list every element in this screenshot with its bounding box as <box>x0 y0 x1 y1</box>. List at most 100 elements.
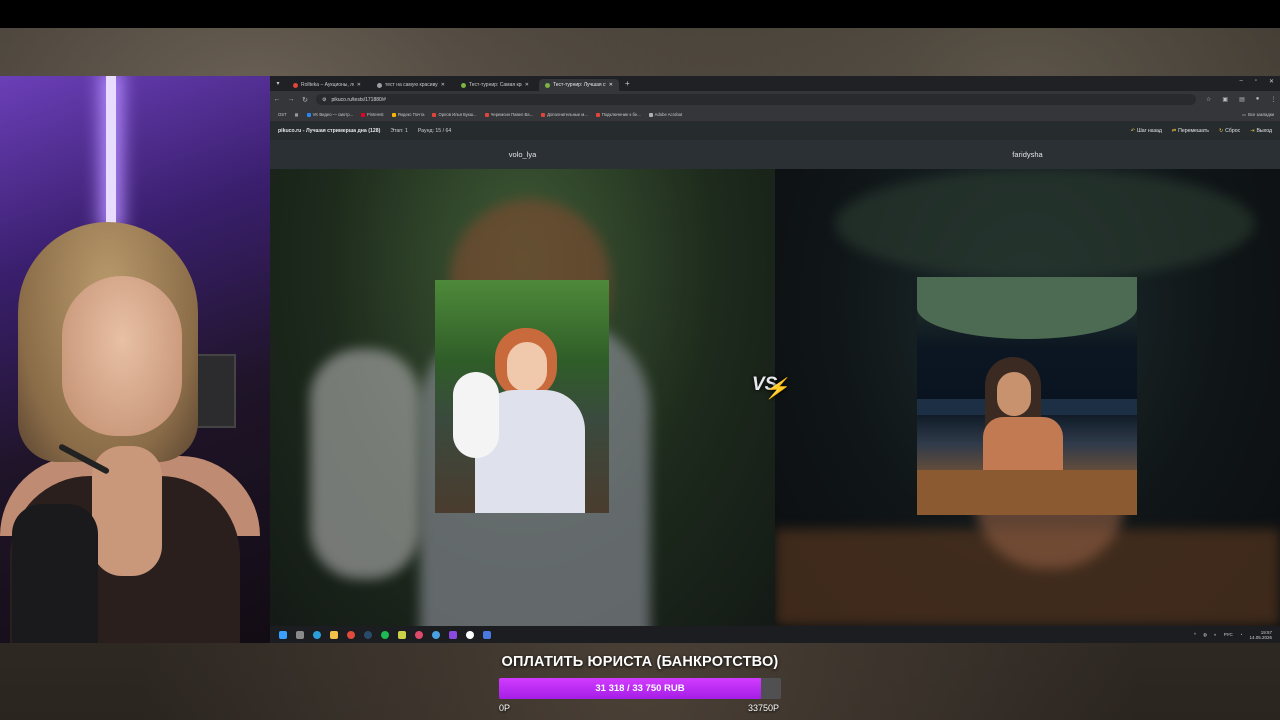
bookmark-favicon-icon <box>361 112 366 117</box>
site-info-icon[interactable]: ⚙ <box>322 97 326 103</box>
webcam-feed <box>0 76 270 643</box>
bookmark-item[interactable]: Adobe Acrobat <box>648 112 682 117</box>
contestant-names: volo_lya faridysha <box>270 140 1280 169</box>
tab-close-icon[interactable]: ✕ <box>441 82 445 88</box>
windows-start-icon[interactable] <box>279 630 287 639</box>
bookmark-item[interactable]: Черемсин Павел Ва... <box>484 112 533 117</box>
browser-tab[interactable]: Тест-турнир: Самая красивая ✕ <box>455 79 535 91</box>
bookmark-favicon-icon <box>595 112 600 117</box>
url-field[interactable]: ⚙ pikuco.ru/tests/171880/# <box>316 94 1196 105</box>
exit-button[interactable]: ⇥ Выход <box>1250 128 1272 134</box>
shuffle-button[interactable]: ⇄ Перемешать <box>1172 128 1209 134</box>
bookmark-favicon-icon <box>306 112 311 117</box>
tab-favicon-icon <box>545 82 550 88</box>
language-indicator[interactable]: РУС <box>1224 632 1233 637</box>
all-bookmarks-label: Все закладки <box>1248 112 1274 117</box>
network-icon[interactable]: ◍ <box>1203 632 1207 638</box>
menu-icon[interactable]: ⋮ <box>1270 96 1276 103</box>
bookmark-label: Дополнительные м... <box>547 112 588 117</box>
extensions-icon[interactable]: ▣ <box>1222 96 1228 103</box>
browser-tab[interactable]: тест на самую красивую стри ✕ <box>371 79 451 91</box>
exit-icon: ⇥ <box>1250 128 1255 134</box>
streamer-face <box>62 276 182 436</box>
browser-tab[interactable]: Rollteka – Аукционы, лотерея ✕ <box>287 79 367 91</box>
site-header: pikuco.ru - Лучшая стримерша дна (128) Э… <box>270 122 1280 140</box>
apps-grid-icon[interactable]: ▦ <box>295 112 299 117</box>
tab-favicon-icon <box>461 82 466 88</box>
undo-icon: ↶ <box>1130 128 1135 134</box>
bookmark-item[interactable]: Дополнительные м... <box>541 112 588 117</box>
tab-close-icon[interactable]: ✕ <box>357 82 361 88</box>
reset-label: Сброс <box>1225 128 1241 134</box>
all-bookmarks-link[interactable]: ▭ Все закладки <box>1242 112 1274 117</box>
bookmark-star-icon[interactable]: ☆ <box>1206 96 1211 103</box>
step-back-label: Шаг назад <box>1136 128 1162 134</box>
bookmark-favicon-icon <box>391 112 396 117</box>
left-contestant-name: volo_lya <box>508 150 537 159</box>
app-icon[interactable] <box>449 630 457 639</box>
bookmark-item[interactable]: Орлов Илья Букш... <box>432 112 477 117</box>
reset-button[interactable]: ↻ Сброс <box>1219 128 1240 134</box>
bookmark-label: Подключение к бе... <box>601 112 641 117</box>
test-title: pikuco.ru - Лучшая стримерша дна (128) <box>278 128 381 134</box>
microphone <box>12 504 98 643</box>
chrome-icon[interactable] <box>347 630 355 639</box>
new-tab-button[interactable]: + <box>625 79 630 88</box>
app-icon[interactable] <box>415 630 423 639</box>
browser-tab-active[interactable]: Тест-турнир: Лучшая стримерш ✕ <box>539 79 619 91</box>
round-indicator: Раунд: 15 / 64 <box>417 128 452 134</box>
tab-label: тест на самую красивую стри <box>385 82 438 88</box>
donation-min-label: 0Р <box>499 703 511 713</box>
lightning-icon: ⚡ <box>764 378 789 400</box>
donation-goal-title: ОПЛАТИТЬ ЮРИСТА (БАНКРОТСТВО) <box>501 654 779 670</box>
profile-icon[interactable]: ● <box>1256 96 1260 103</box>
edge-icon[interactable] <box>313 630 321 639</box>
spotify-icon[interactable] <box>381 630 389 639</box>
close-window-icon[interactable]: ✕ <box>1269 78 1274 85</box>
maximize-icon[interactable]: ▫ <box>1255 78 1257 85</box>
left-contestant-photo[interactable] <box>435 280 609 513</box>
system-tray: ^ ◍ ◐ РУС ◔ 19:57 14.05.2026 <box>1194 630 1272 640</box>
back-icon[interactable]: ← <box>270 96 284 103</box>
folder-icon: ▭ <box>1242 112 1247 117</box>
app-icon[interactable] <box>398 630 406 639</box>
versus-badge: VS ⚡ <box>752 374 796 414</box>
tab-search-icon[interactable]: ▾ <box>273 79 283 89</box>
tray-expand-icon[interactable]: ^ <box>1194 632 1196 637</box>
bookmark-favicon-icon <box>484 112 489 117</box>
right-contestant-photo[interactable] <box>917 277 1137 515</box>
volume-icon[interactable]: ◐ <box>1214 632 1217 637</box>
minimize-icon[interactable]: – <box>1239 78 1242 85</box>
explorer-icon[interactable] <box>330 630 338 639</box>
donation-progress-bar: 31 318 / 33 750 RUB <box>499 678 781 699</box>
clock[interactable]: 19:57 14.05.2026 <box>1249 630 1272 640</box>
app-icon[interactable] <box>432 630 440 639</box>
browser-tabbar: ▾ Rollteka – Аукционы, лотерея ✕ тест на… <box>270 76 1280 91</box>
photo-face <box>507 342 547 392</box>
tab-close-icon[interactable]: ✕ <box>609 82 613 88</box>
bookmark-item[interactable]: VK Видео — смотр... <box>306 112 353 117</box>
sidebar-icon[interactable]: ▤ <box>1239 96 1245 103</box>
tab-close-icon[interactable]: ✕ <box>525 82 529 88</box>
tab-label: Тест-турнир: Самая красивая <box>469 82 522 88</box>
blurred-rabbit <box>310 349 420 579</box>
app-icon[interactable] <box>483 630 491 639</box>
blurred-tree <box>835 169 1255 279</box>
bookmark-item[interactable]: Pinterest <box>361 112 384 117</box>
bookmark-item[interactable]: Подключение к бе... <box>595 112 641 117</box>
steam-icon[interactable] <box>364 630 372 639</box>
bookmark-item[interactable]: Яндекс Почта <box>391 112 424 117</box>
yandex-icon[interactable] <box>466 630 474 639</box>
reload-icon[interactable]: ↻ <box>298 96 312 104</box>
step-back-button[interactable]: ↶ Шаг назад <box>1131 128 1162 134</box>
shuffle-label: Перемешать <box>1178 128 1209 134</box>
tab-label: Тест-турнир: Лучшая стримерш <box>553 82 606 88</box>
bookmarks-bar: OST ▦ VK Видео — смотр... Pinterest Янде… <box>270 108 1280 122</box>
bookmark-apps[interactable]: OST <box>278 112 287 117</box>
stage-indicator: Этап: 1 <box>390 128 408 134</box>
wifi-icon[interactable]: ◔ <box>1240 632 1243 637</box>
forward-icon[interactable]: → <box>284 96 298 103</box>
task-view-icon[interactable] <box>296 630 304 639</box>
bookmark-favicon-icon <box>432 112 437 117</box>
top-letterbox <box>0 0 1280 28</box>
